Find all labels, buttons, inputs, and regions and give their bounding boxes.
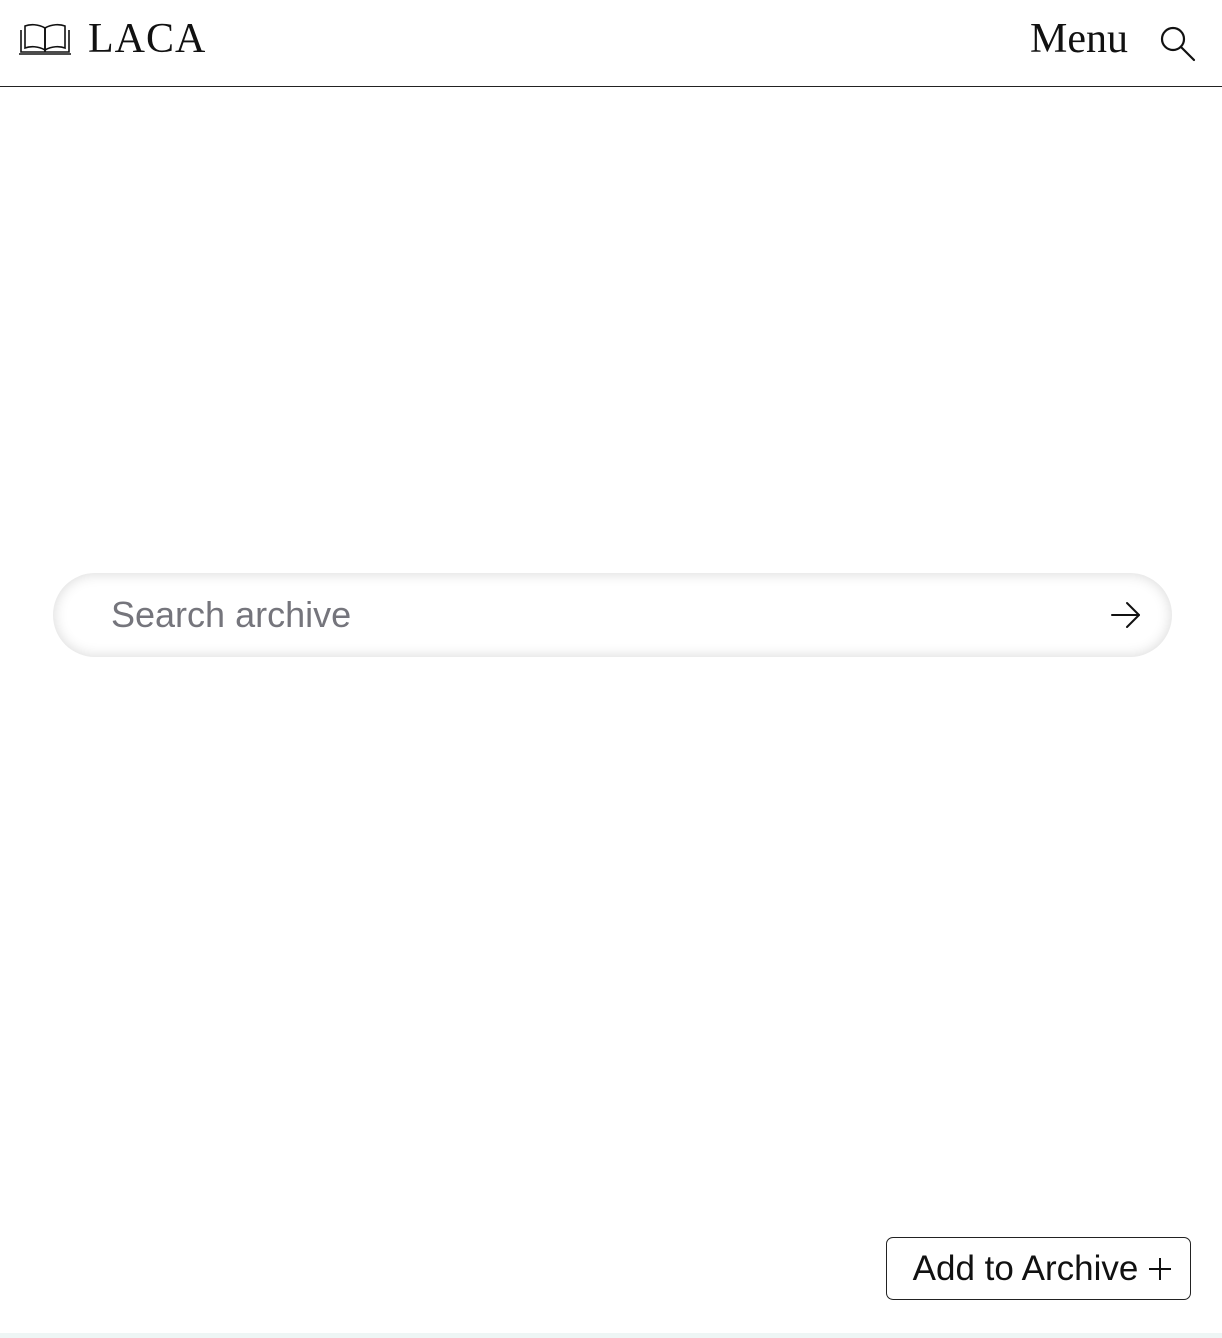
- site-header: LACA Menu: [0, 0, 1222, 87]
- add-to-archive-label: Add to Archive: [912, 1248, 1139, 1288]
- menu-button[interactable]: Menu: [1030, 18, 1128, 60]
- home-link[interactable]: LACA: [18, 18, 206, 60]
- open-book-icon: [19, 23, 71, 55]
- arrow-right-icon: [1111, 602, 1140, 628]
- magnifier-icon: [1160, 26, 1196, 62]
- search-submit-button[interactable]: [1108, 597, 1144, 633]
- brand-name: LACA: [88, 16, 207, 62]
- archive-search-form: [53, 573, 1172, 657]
- plus-icon: [1149, 1257, 1171, 1280]
- add-to-archive-button[interactable]: Add to Archive: [886, 1237, 1191, 1300]
- search-toggle-button[interactable]: [1158, 24, 1198, 64]
- search-input[interactable]: [111, 573, 1071, 657]
- footer-strip: [0, 1333, 1222, 1338]
